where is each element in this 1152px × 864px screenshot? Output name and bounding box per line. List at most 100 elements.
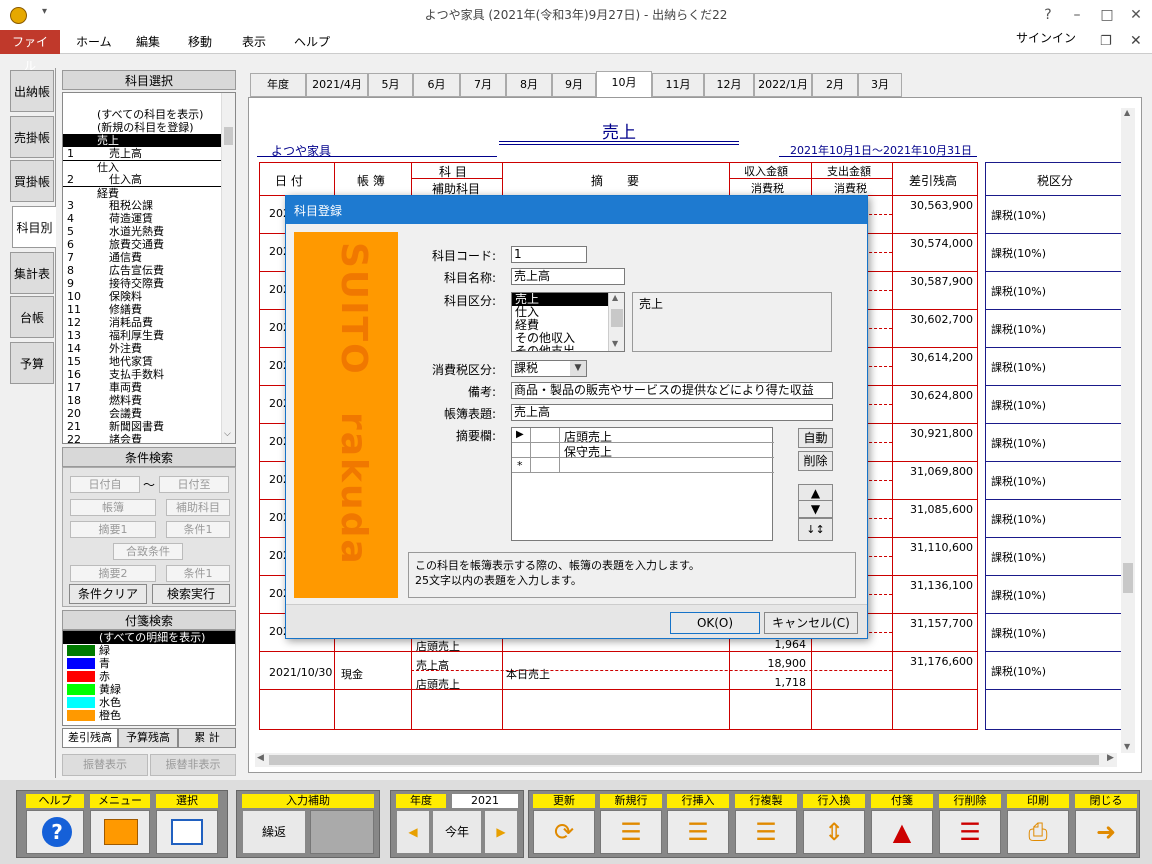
subject-item[interactable]: 3 租税公課 [63, 199, 235, 212]
close-tool[interactable]: 閉じる ➜ [1075, 794, 1137, 854]
tab-budget[interactable]: 予算 [10, 342, 54, 384]
month-tab[interactable]: 10月 [596, 71, 652, 98]
subject-item[interactable]: (すべての科目を表示) [63, 108, 235, 121]
tab-cumulative[interactable]: 累 計 [178, 728, 236, 748]
month-tab[interactable]: 6月 [413, 73, 460, 97]
cond2-select[interactable]: 条件1 [166, 565, 230, 582]
subject-item[interactable]: 4 荷造運賃 [63, 212, 235, 225]
subject-item[interactable]: 13 福利厚生費 [63, 329, 235, 342]
delete-button[interactable]: 削除 [798, 451, 833, 471]
memo1-input[interactable]: 摘要1 [70, 521, 156, 538]
subject-item[interactable]: 6 旅費交通費 [63, 238, 235, 251]
note-input[interactable]: 商品・製品の販売やサービスの提供などにより得た収益 [511, 382, 833, 399]
subject-item[interactable]: 1 売上高 [63, 147, 235, 160]
transfer-show-button[interactable]: 振替表示 [62, 754, 148, 776]
ledger-select[interactable]: 帳簿 [70, 499, 156, 516]
ok-button[interactable]: OK(O) [670, 612, 760, 634]
subject-item[interactable]: 売上 [63, 134, 235, 147]
delete-row-tool[interactable]: 行削除 ☰ [939, 794, 1001, 854]
menu-tool[interactable]: メニュー [90, 794, 150, 854]
tag-tool[interactable]: 付箋 ▲ [871, 794, 933, 854]
copy-row-tool[interactable]: 行複製 ☰ [735, 794, 797, 854]
tab-budget-balance[interactable]: 予算残高 [118, 728, 178, 748]
memo-item-2[interactable]: 保守売上 [564, 443, 612, 460]
subject-item[interactable]: 9 接待交際費 [63, 277, 235, 290]
subject-item[interactable]: 15 地代家賃 [63, 355, 235, 368]
sort-button[interactable]: ↓↕ [798, 518, 833, 541]
date-to-input[interactable]: 日付至 [159, 476, 229, 493]
select-tool[interactable]: 選択 [156, 794, 218, 854]
subject-item[interactable]: 22 諸会費 [63, 433, 235, 443]
cancel-button[interactable]: キャンセル(C) [764, 612, 858, 634]
tag-item[interactable]: 黄緑 [63, 683, 235, 696]
close-icon[interactable]: ✕ [1121, 0, 1151, 30]
menu-move[interactable]: 移動 [178, 30, 222, 54]
menu-home[interactable]: ホーム [66, 30, 122, 54]
tab-by-subject[interactable]: 科目別 [12, 206, 56, 248]
month-tab[interactable]: 5月 [368, 73, 413, 97]
subject-list[interactable]: (すべての科目を表示) (新規の科目を登録) 売上 1 売上高 仕入 2 仕入高 経費 3 租税公課… [62, 92, 236, 444]
repeat-button[interactable]: 繰返 [242, 810, 306, 854]
tag-item[interactable]: 緑 [63, 644, 235, 657]
insert-row-tool[interactable]: 行挿入 ☰ [667, 794, 729, 854]
this-year-button[interactable]: 今年 [432, 810, 482, 854]
subject-item[interactable]: 16 支払手数料 [63, 368, 235, 381]
mdi-close-icon[interactable]: ✕ [1130, 33, 1142, 49]
tag-item[interactable]: 赤 [63, 670, 235, 683]
subject-item[interactable]: 14 外注費 [63, 342, 235, 355]
sub-subject-select[interactable]: 補助科目 [166, 499, 230, 516]
restore-icon[interactable]: ❐ [1100, 34, 1112, 49]
menu-edit[interactable]: 編集 [126, 30, 170, 54]
prev-year-button[interactable]: ◀ [396, 810, 430, 854]
booktitle-input[interactable]: 売上高 [511, 404, 833, 421]
maximize-icon[interactable]: □ [1092, 0, 1122, 30]
menu-help[interactable]: ヘルプ [284, 30, 340, 54]
subject-item[interactable]: 経費 [63, 186, 235, 200]
month-tab[interactable]: 11月 [652, 73, 704, 97]
memo2-input[interactable]: 摘要2 [70, 565, 156, 582]
subject-item[interactable]: 12 消耗品費 [63, 316, 235, 329]
tag-list[interactable]: (すべての明細を表示) 緑青赤黄緑 水色 橙色 [62, 630, 236, 726]
subject-item[interactable]: (新規の科目を登録) [63, 121, 235, 134]
subject-item[interactable]: 5 水道光熱費 [63, 225, 235, 238]
help-tool[interactable]: ヘルプ ? [26, 794, 84, 854]
menu-file[interactable]: ファイル [0, 30, 60, 73]
subject-item[interactable]: 18 燃料費 [63, 394, 235, 407]
subject-item[interactable]: 7 通信費 [63, 251, 235, 264]
next-year-button[interactable]: ▶ [484, 810, 518, 854]
category-list[interactable]: 売上 仕入 経費 その他収入 その他支出 ▲ ▼ [511, 292, 625, 352]
subject-item[interactable]: 17 車両費 [63, 381, 235, 394]
month-tab[interactable]: 8月 [506, 73, 552, 97]
subject-item[interactable]: 仕入 [63, 160, 235, 174]
cond1-select[interactable]: 条件1 [166, 521, 230, 538]
memo-grid[interactable]: ▶ * 店頭売上 保守売上 [511, 427, 774, 541]
month-tab[interactable]: 7月 [460, 73, 506, 97]
horizontal-scrollbar[interactable]: ◀ ▶ [255, 753, 1117, 767]
subject-item[interactable]: 2 仕入高 [63, 173, 235, 186]
swap-row-tool[interactable]: 行入換 ⇕ [803, 794, 865, 854]
category-option[interactable]: その他支出 [512, 345, 608, 352]
print-tool[interactable]: 印刷 ⎙ [1007, 794, 1069, 854]
code-input[interactable]: 1 [511, 246, 587, 263]
subject-item[interactable]: 21 新聞図書費 [63, 420, 235, 433]
tag-item[interactable]: 橙色 [63, 709, 235, 722]
auto-button[interactable]: 自動 [798, 428, 833, 448]
name-input[interactable]: 売上高 [511, 268, 625, 285]
new-row-tool[interactable]: 新規行 ☰ [600, 794, 662, 854]
month-tab[interactable]: 2021/4月 [306, 73, 368, 97]
sign-in-link[interactable]: サインイン [1006, 26, 1086, 50]
tab-cashbook[interactable]: 出納帳 [10, 70, 54, 112]
subject-list-scrollbar[interactable]: ⌵ [221, 93, 235, 443]
month-tab[interactable]: 年度 [250, 73, 306, 97]
update-tool[interactable]: 更新 ⟳ [533, 794, 595, 854]
tab-receivables[interactable]: 売掛帳 [10, 116, 54, 158]
match-select[interactable]: 合致条件 [113, 543, 183, 560]
clear-conditions-button[interactable]: 条件クリア [69, 584, 147, 604]
transfer-hide-button[interactable]: 振替非表示 [150, 754, 236, 776]
run-search-button[interactable]: 検索実行 [152, 584, 230, 604]
month-tab[interactable]: 9月 [552, 73, 596, 97]
tab-ledger[interactable]: 台帳 [10, 296, 54, 338]
subject-item[interactable]: 20 会議費 [63, 407, 235, 420]
tag-item[interactable]: 青 [63, 657, 235, 670]
vertical-scrollbar[interactable]: ▲ ▼ [1121, 108, 1135, 753]
